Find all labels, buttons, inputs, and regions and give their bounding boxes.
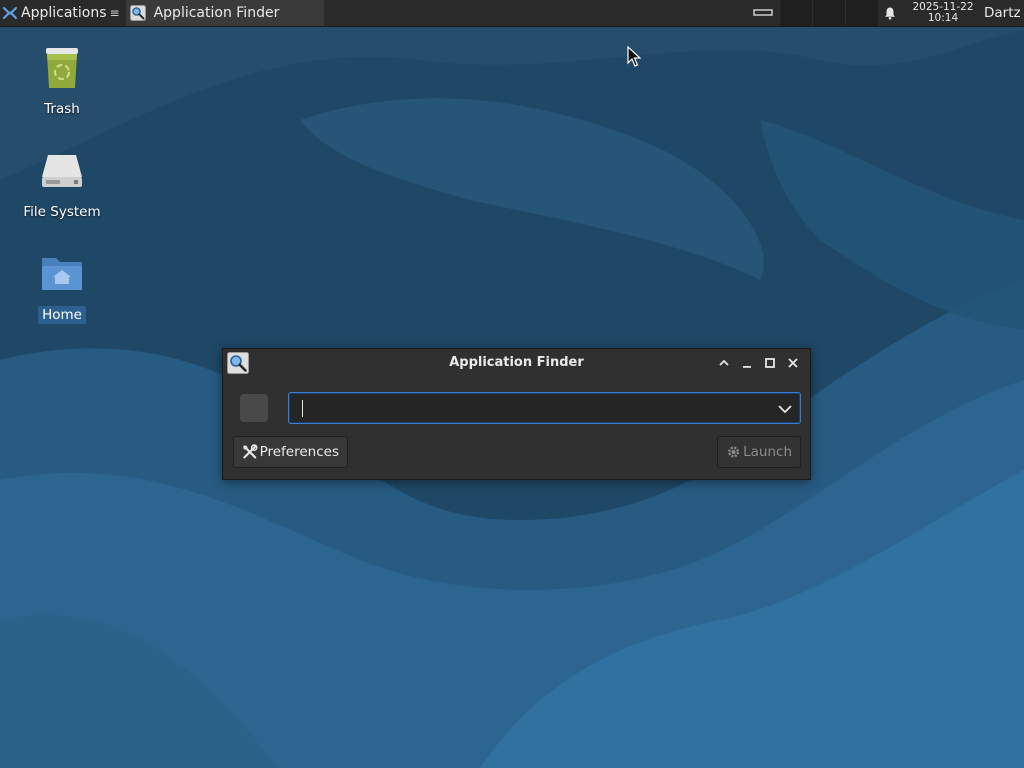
close-icon — [787, 358, 798, 368]
taskbar-window-button[interactable]: Application Finder — [125, 0, 324, 26]
minimize-icon — [742, 366, 751, 368]
desktop-icon-label: Trash — [44, 101, 80, 117]
taskbar-window-title: Application Finder — [153, 5, 280, 21]
applications-menu-button[interactable]: Applications ≡ — [0, 0, 124, 26]
maximize-button[interactable] — [758, 353, 781, 373]
home-folder-icon — [42, 258, 82, 290]
mouse-pointer-icon — [627, 46, 641, 67]
user-menu[interactable]: Dartz — [984, 5, 1024, 21]
top-panel: Applications ≡ Application Finder 2025-1… — [0, 0, 1024, 27]
close-button[interactable] — [781, 353, 804, 373]
clock[interactable]: 2025-11-22 10:14 — [908, 2, 978, 24]
workspace-2[interactable] — [812, 0, 845, 26]
application-finder-window: Application Finder Preferences Launch — [222, 348, 811, 480]
tools-icon — [243, 444, 258, 459]
preferences-button[interactable]: Preferences — [233, 436, 348, 468]
window-minimize-bar-icon — [753, 9, 773, 16]
notification-button[interactable] — [878, 0, 902, 26]
desktop-icon-home[interactable]: Home — [12, 250, 112, 324]
placeholder-app-icon — [240, 394, 268, 422]
desktop-icon-trash[interactable]: Trash — [12, 44, 112, 118]
clock-time: 10:14 — [927, 12, 959, 24]
desktop-icon-file-system[interactable]: File System — [12, 147, 112, 221]
search-input[interactable] — [301, 398, 765, 420]
bell-icon — [885, 7, 895, 20]
workspace-3[interactable] — [845, 0, 878, 26]
drive-icon — [42, 155, 82, 187]
xfce-logo-icon — [2, 6, 18, 20]
gear-icon — [728, 446, 740, 458]
minimize-button[interactable] — [735, 353, 758, 373]
shade-button[interactable] — [712, 353, 735, 373]
menu-separator-icon: ≡ — [109, 6, 120, 20]
preferences-label: Preferences — [259, 444, 339, 460]
trash-icon — [46, 48, 78, 88]
panel-tray: 2025-11-22 10:14 Dartz — [747, 0, 1024, 26]
application-search-combo[interactable] — [288, 392, 801, 424]
launch-label: Launch — [743, 444, 792, 460]
launch-button[interactable]: Launch — [717, 436, 801, 468]
chevron-down-icon[interactable] — [776, 400, 794, 418]
magnifier-icon — [129, 5, 146, 21]
workspace-1[interactable] — [779, 0, 812, 26]
window-controls — [712, 353, 804, 373]
show-desktop-button[interactable] — [747, 0, 779, 26]
desktop-icon-label: File System — [23, 204, 101, 220]
maximize-icon — [764, 358, 775, 368]
text-cursor — [302, 400, 303, 417]
applications-menu-label: Applications — [21, 5, 107, 21]
chevron-up-icon — [718, 359, 729, 366]
desktop-icon-label: Home — [38, 306, 86, 324]
window-titlebar[interactable]: Application Finder — [223, 349, 810, 377]
